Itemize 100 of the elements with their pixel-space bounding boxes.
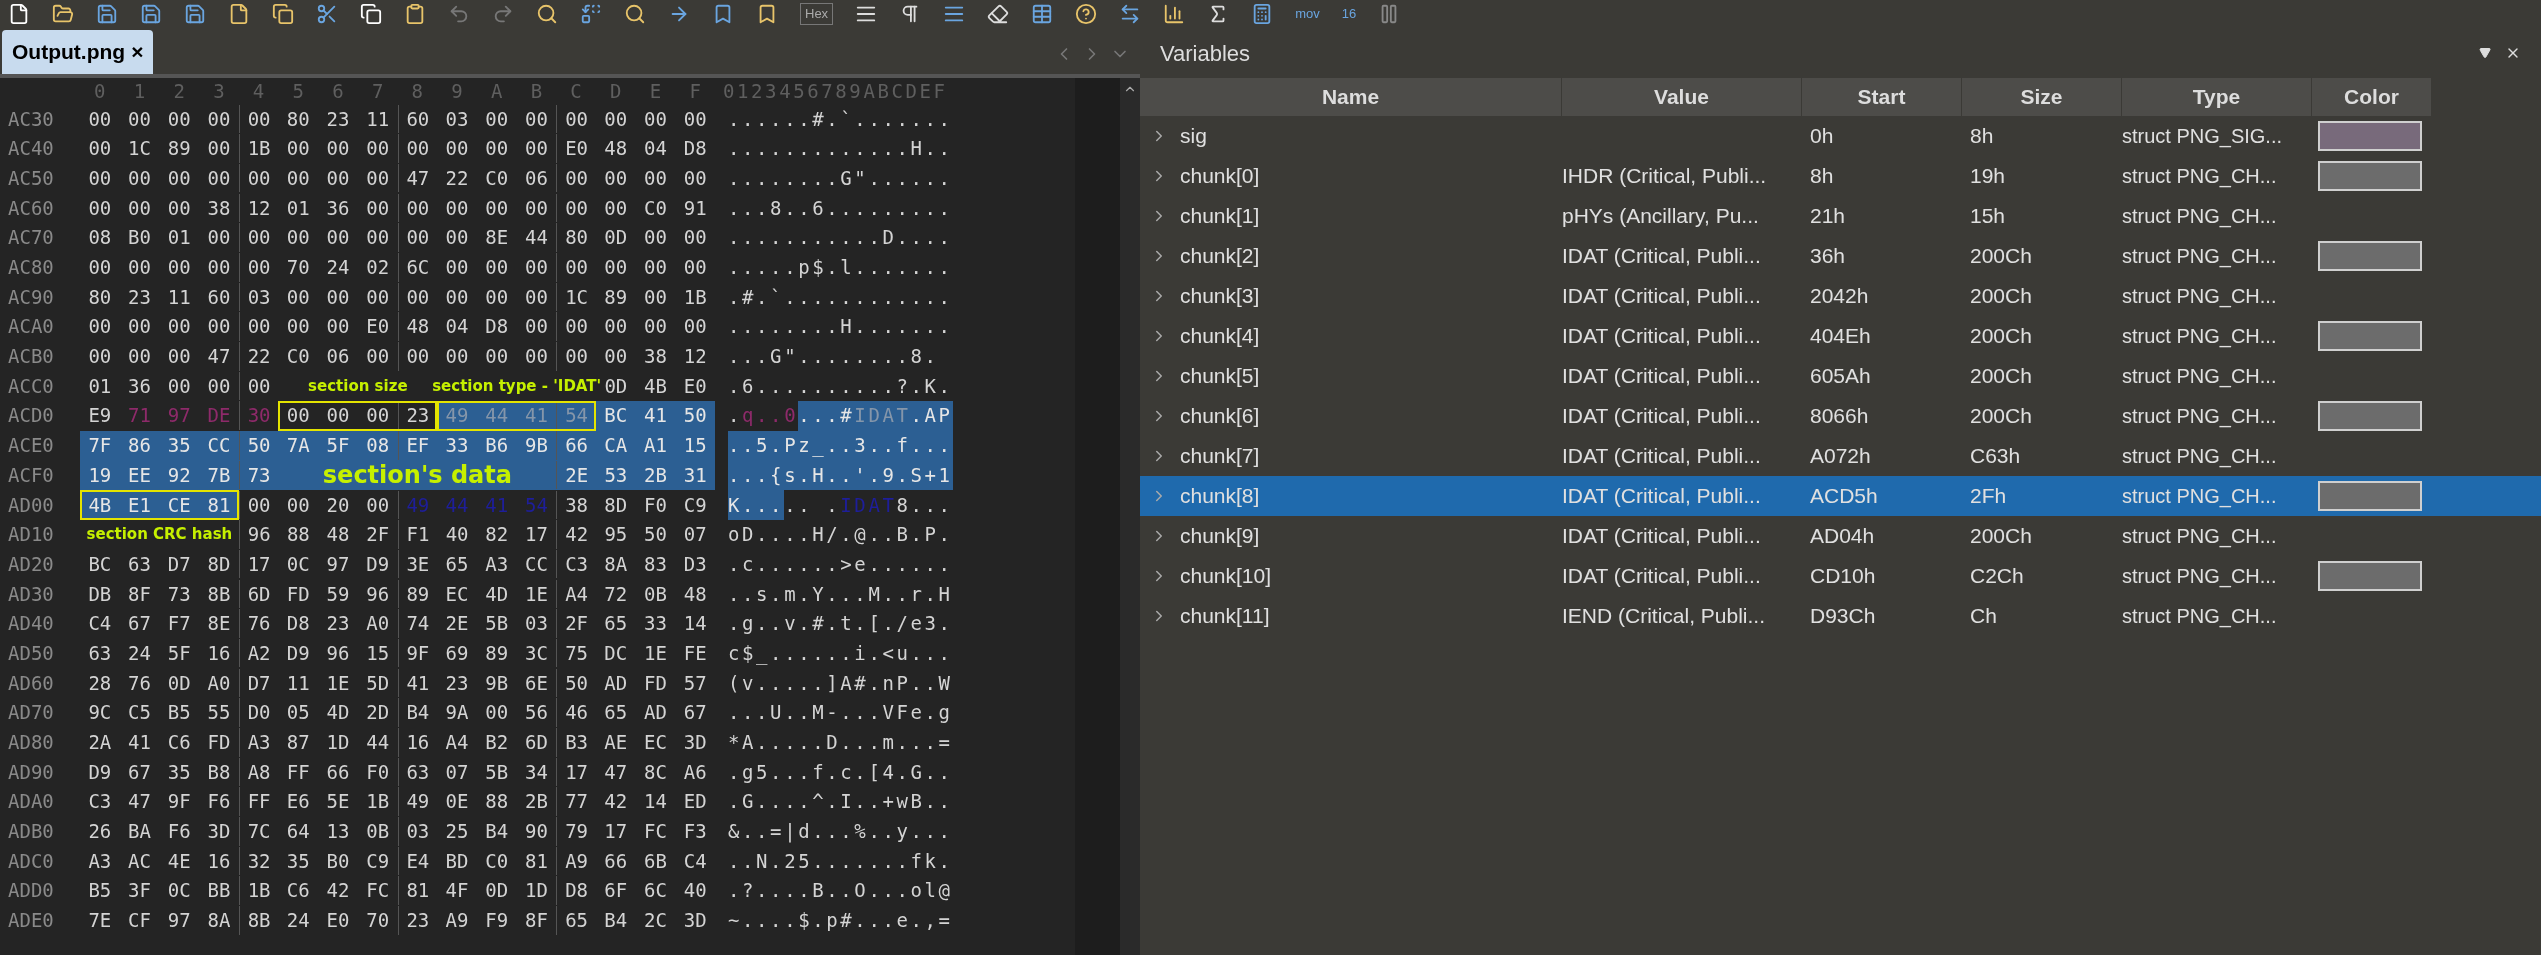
replace-icon[interactable] bbox=[580, 3, 602, 25]
column-header[interactable]: Start bbox=[1802, 78, 1962, 116]
hex-byte: 70 bbox=[365, 908, 391, 934]
hex-byte: 59 bbox=[325, 581, 351, 607]
variable-row[interactable]: chunk[6] IDAT (Critical, Publi... 8066h 200Ch struct PNG_CH... bbox=[1140, 396, 2541, 436]
hex-byte: 00 bbox=[603, 255, 629, 281]
row-offset: ACE0 bbox=[7, 433, 55, 459]
search-icon[interactable] bbox=[536, 3, 558, 25]
hex-byte: 00 bbox=[682, 225, 708, 251]
color-swatch[interactable] bbox=[2318, 401, 2422, 431]
hex-byte: 16 bbox=[397, 728, 438, 757]
color-swatch[interactable] bbox=[2318, 121, 2422, 151]
hex-byte: 57 bbox=[682, 670, 708, 696]
table-icon[interactable] bbox=[1031, 3, 1054, 25]
hex-byte: 1E bbox=[643, 640, 668, 666]
column-header[interactable]: Name bbox=[1140, 78, 1562, 116]
ascii-text: .#.`............ bbox=[728, 284, 953, 310]
scrollbar[interactable] bbox=[1075, 78, 1140, 955]
hex-byte: 30 bbox=[238, 401, 279, 430]
save-icon[interactable] bbox=[140, 3, 162, 25]
variable-row[interactable]: chunk[10] IDAT (Critical, Publi... CD10h C2Ch struct PNG_CH... bbox=[1140, 556, 2541, 596]
column-header[interactable]: Value bbox=[1562, 78, 1802, 116]
help-icon[interactable] bbox=[1075, 3, 1098, 25]
base-button[interactable]: 16 bbox=[1341, 4, 1357, 24]
hex-byte: AD bbox=[643, 700, 668, 726]
color-swatch[interactable] bbox=[2318, 481, 2422, 511]
hex-byte: 96 bbox=[238, 520, 279, 549]
hex-byte: 08 bbox=[87, 225, 113, 251]
variable-type: struct PNG_CH... bbox=[2122, 525, 2277, 547]
hex-byte: 1B bbox=[238, 876, 279, 905]
hex-byte: 00 bbox=[127, 165, 152, 191]
new-file-icon[interactable] bbox=[8, 3, 30, 25]
hex-byte: 33 bbox=[444, 433, 470, 459]
hex-byte: 25 bbox=[444, 819, 470, 845]
hex-byte: 00 bbox=[643, 165, 668, 191]
variable-row[interactable]: chunk[11] IEND (Critical, Publi... D93Ch Ch struct PNG_CH... bbox=[1140, 596, 2541, 636]
color-swatch[interactable] bbox=[2318, 321, 2422, 351]
save-icon[interactable] bbox=[184, 3, 206, 25]
hex-toggle-button[interactable]: Hex bbox=[800, 3, 834, 25]
hex-byte: 65 bbox=[603, 611, 629, 637]
column-header[interactable]: Type bbox=[2122, 78, 2312, 116]
dropdown-icon[interactable] bbox=[2479, 47, 2491, 59]
cut-icon[interactable] bbox=[316, 3, 338, 25]
variable-row[interactable]: chunk[3] IDAT (Critical, Publi... 2042h 200Ch struct PNG_CH... bbox=[1140, 276, 2541, 316]
variable-row[interactable]: chunk[5] IDAT (Critical, Publi... 605Ah 200Ch struct PNG_CH... bbox=[1140, 356, 2541, 396]
hex-byte: F3 bbox=[682, 819, 708, 845]
ascii-text: ...8..6......... bbox=[728, 195, 953, 221]
hex-byte: E9 bbox=[87, 403, 113, 429]
annotation-label: section type - 'IDAT' bbox=[432, 375, 602, 397]
histogram-icon[interactable] bbox=[1163, 3, 1186, 25]
column-header: F bbox=[688, 78, 702, 104]
hex-byte: 47 bbox=[127, 789, 152, 815]
hex-byte: 00 bbox=[365, 136, 391, 162]
paste-icon[interactable] bbox=[404, 3, 426, 25]
file-tab[interactable]: Output.png × bbox=[2, 30, 154, 74]
variable-row[interactable]: chunk[9] IDAT (Critical, Publi... AD04h 200Ch struct PNG_CH... bbox=[1140, 516, 2541, 556]
column-header[interactable]: Size bbox=[1962, 78, 2122, 116]
hex-byte: B4 bbox=[484, 819, 510, 845]
variable-row[interactable]: chunk[1] pHYs (Ancillary, Pu... 21h 15h struct PNG_CH... bbox=[1140, 196, 2541, 236]
ascii-text: ........H....... bbox=[728, 314, 953, 340]
search-icon[interactable] bbox=[624, 3, 646, 25]
panel-title: Variables bbox=[1160, 39, 1251, 68]
redo-icon[interactable] bbox=[492, 3, 514, 25]
hex-byte: 03 bbox=[523, 611, 549, 637]
hex-byte: 81 bbox=[206, 492, 232, 518]
variable-row[interactable]: chunk[0] IHDR (Critical, Publi... 8h 19h struct PNG_CH... bbox=[1140, 156, 2541, 196]
variable-row[interactable]: chunk[4] IDAT (Critical, Publi... 404Eh 200Ch struct PNG_CH... bbox=[1140, 316, 2541, 356]
hex-byte: D9 bbox=[87, 759, 113, 785]
undo-icon[interactable] bbox=[448, 3, 470, 25]
variable-row[interactable]: chunk[8] IDAT (Critical, Publi... ACD5h 2Fh struct PNG_CH... bbox=[1140, 476, 2541, 516]
hex-byte: 11 bbox=[166, 284, 192, 310]
hex-byte: 00 bbox=[682, 165, 708, 191]
column-header[interactable]: Color bbox=[2312, 78, 2432, 116]
copy-icon[interactable] bbox=[272, 3, 294, 25]
save-icon[interactable] bbox=[96, 3, 118, 25]
color-swatch[interactable] bbox=[2318, 161, 2422, 191]
color-swatch[interactable] bbox=[2318, 241, 2422, 271]
hex-byte: 00 bbox=[484, 700, 510, 726]
hex-byte: 28 bbox=[87, 670, 113, 696]
variable-row[interactable]: sig 0h 8h struct PNG_SIG... bbox=[1140, 116, 2541, 156]
eraser-icon[interactable] bbox=[987, 3, 1010, 25]
hex-byte: 2F bbox=[556, 609, 596, 638]
document-icon[interactable] bbox=[228, 3, 250, 25]
hex-byte: 00 bbox=[444, 284, 470, 310]
hex-byte: 00 bbox=[365, 403, 391, 429]
variable-row[interactable]: chunk[2] IDAT (Critical, Publi... 36h 200Ch struct PNG_CH... bbox=[1140, 236, 2541, 276]
variable-row[interactable]: chunk[7] IDAT (Critical, Publi... A072h C63h struct PNG_CH... bbox=[1140, 436, 2541, 476]
ascii-text: ......#.`....... bbox=[728, 106, 953, 132]
copy-icon[interactable] bbox=[360, 3, 382, 25]
hex-byte: 88 bbox=[285, 522, 311, 548]
color-swatch[interactable] bbox=[2318, 561, 2422, 591]
hex-byte: 8B bbox=[238, 906, 279, 935]
variable-name: chunk[5] bbox=[1180, 363, 1260, 390]
folder-icon[interactable] bbox=[52, 3, 74, 25]
row-offset: ACA0 bbox=[7, 314, 55, 340]
row-offset: AC70 bbox=[7, 225, 55, 251]
hex-byte: CC bbox=[523, 551, 549, 577]
mov-button[interactable]: mov bbox=[1295, 4, 1320, 24]
hex-byte: B6 bbox=[484, 433, 510, 459]
variable-size: 8h bbox=[1970, 124, 1994, 148]
